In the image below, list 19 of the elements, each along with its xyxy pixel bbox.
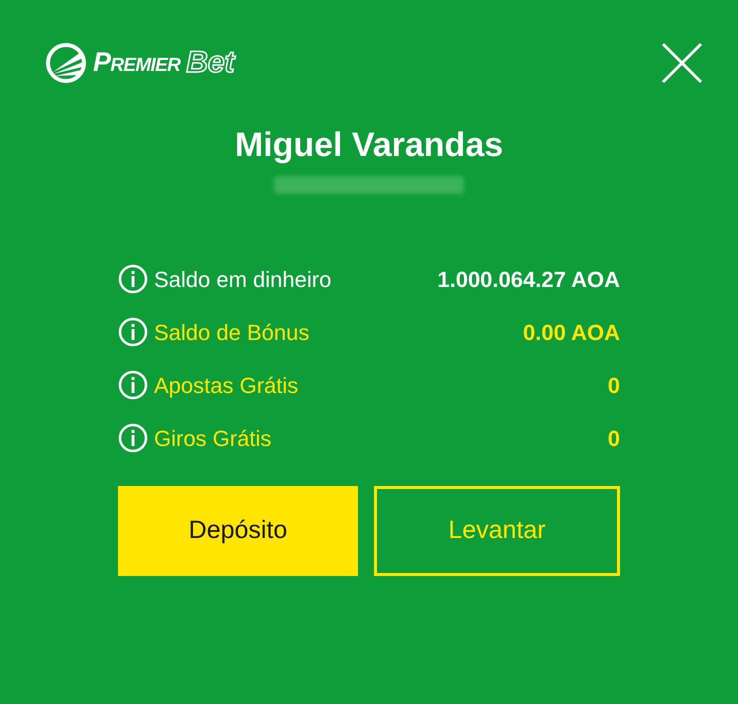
balance-label: Giros Grátis [154, 424, 272, 452]
info-icon[interactable] [118, 264, 148, 294]
logo-icon [45, 42, 87, 84]
logo-text: Premier [93, 46, 180, 80]
logo-text: Bet [186, 45, 235, 81]
balance-value: 1.000.064.27 AOA [437, 266, 620, 294]
balance-label: Saldo de Bónus [154, 318, 310, 346]
info-icon[interactable] [118, 317, 148, 347]
close-button[interactable] [660, 40, 704, 84]
balance-label: Apostas Grátis [154, 372, 298, 400]
balance-label: Saldo em dinheiro [154, 266, 332, 294]
deposit-button[interactable]: Depósito [118, 486, 358, 576]
info-icon[interactable] [118, 370, 148, 400]
user-name: Miguel Varandas [234, 128, 504, 162]
balance-value: 0.00 AOA [522, 318, 620, 346]
balance-value: 0 [608, 372, 620, 400]
info-icon[interactable] [118, 423, 148, 453]
close-icon [661, 42, 703, 84]
balance-value: 0 [608, 424, 620, 452]
